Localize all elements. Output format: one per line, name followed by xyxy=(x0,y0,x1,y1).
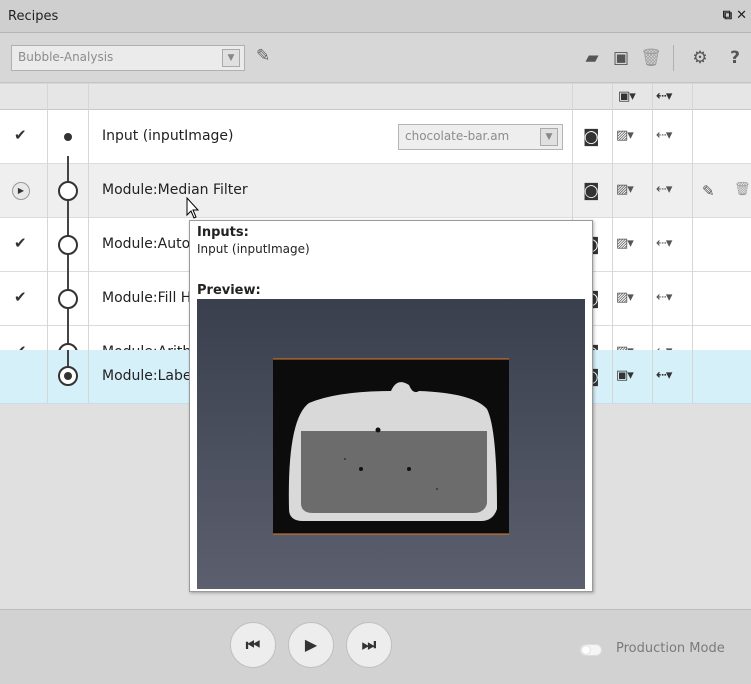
save-icon[interactable]: ▣ xyxy=(610,47,632,69)
snapshot-icon[interactable]: ◙ xyxy=(583,127,600,147)
step-tooltip: Inputs: Input (inputImage) Preview: xyxy=(189,220,593,592)
playback-bar: ⏮ ▶ ⏭ Production Mode xyxy=(0,609,751,684)
settings-icon[interactable]: ⚙ xyxy=(689,47,711,69)
input-file-value: chocolate-bar.am xyxy=(405,129,510,143)
module-node-icon xyxy=(58,289,78,309)
tooltip-inputs-value: Input (inputImage) xyxy=(197,242,310,256)
edit-step-icon[interactable]: ✎ xyxy=(702,182,715,200)
open-folder-icon[interactable]: ▰ xyxy=(581,47,603,69)
input-node-icon xyxy=(64,133,72,141)
module-node-icon xyxy=(58,181,78,201)
connect-icon[interactable]: ⇠▾ xyxy=(656,290,672,305)
recipe-select[interactable]: Bubble-Analysis ▼ xyxy=(11,45,245,71)
export-icon[interactable]: ▨▾ xyxy=(616,290,634,305)
module-node-icon xyxy=(58,235,78,255)
step-label: Module:Labe xyxy=(102,368,192,384)
connect-header-icon[interactable]: ⇠▾ xyxy=(656,89,672,104)
connect-icon[interactable]: ⇠▾ xyxy=(656,128,672,143)
chocolate-bar-slice-image xyxy=(273,358,509,535)
production-mode-label: Production Mode xyxy=(616,641,725,656)
mouse-cursor-icon xyxy=(186,197,200,219)
export-icon[interactable]: ▣▾ xyxy=(616,368,634,383)
recipe-toolbar: Bubble-Analysis ▼ ✎ ▰ ▣ 🗑 ⚙ ? xyxy=(0,33,751,83)
step-label: Module:Fill H xyxy=(102,290,192,306)
check-icon: ✔ xyxy=(14,126,27,144)
chevron-down-icon[interactable]: ▼ xyxy=(540,128,558,146)
check-icon: ✔ xyxy=(14,234,27,252)
help-icon[interactable]: ? xyxy=(724,47,746,69)
table-header: ▣▾ ⇠▾ xyxy=(0,84,751,110)
tooltip-inputs-heading: Inputs: xyxy=(197,225,249,240)
tooltip-preview-heading: Preview: xyxy=(197,283,261,298)
recipe-select-value: Bubble-Analysis xyxy=(18,50,114,64)
export-icon[interactable]: ▨▾ xyxy=(616,128,634,143)
step-label: Module:Median Filter xyxy=(102,182,248,198)
skip-back-icon[interactable]: ⏮ xyxy=(230,622,276,668)
chevron-down-icon[interactable]: ▼ xyxy=(222,49,240,67)
table-row[interactable]: ✔ Input (inputImage) chocolate-bar.am ▼ … xyxy=(0,110,751,164)
toolbar-divider xyxy=(673,45,674,71)
step-label: Input (inputImage) xyxy=(102,128,234,144)
step-label: Module:Auto xyxy=(102,236,191,252)
run-step-icon[interactable]: ▶ xyxy=(12,182,30,200)
delete-step-icon[interactable]: 🗑 xyxy=(734,182,750,197)
connect-icon[interactable]: ⇠▾ xyxy=(656,236,672,251)
check-icon: ✔ xyxy=(14,288,27,306)
current-node-icon xyxy=(58,366,78,386)
table-row[interactable]: ▶ Module:Median Filter ◙ ▨▾ ⇠▾ ✎ 🗑 xyxy=(0,164,751,218)
export-header-icon[interactable]: ▣▾ xyxy=(618,89,636,104)
production-mode-toggle[interactable] xyxy=(580,644,602,656)
play-icon[interactable]: ▶ xyxy=(288,622,334,668)
skip-forward-icon[interactable]: ⏭ xyxy=(346,622,392,668)
delete-icon[interactable]: 🗑 xyxy=(640,47,662,69)
window-title: Recipes xyxy=(8,9,59,24)
window-titlebar: Recipes ⧉ ✕ xyxy=(0,0,751,33)
export-icon[interactable]: ▨▾ xyxy=(616,182,634,197)
export-icon[interactable]: ▨▾ xyxy=(616,236,634,251)
edit-icon[interactable]: ✎ xyxy=(256,46,278,68)
input-file-select[interactable]: chocolate-bar.am ▼ xyxy=(398,124,563,150)
connect-icon[interactable]: ⇠▾ xyxy=(656,182,672,197)
preview-image xyxy=(197,299,585,589)
snapshot-icon[interactable]: ◙ xyxy=(583,181,600,201)
restore-icon[interactable]: ⧉ xyxy=(723,8,732,23)
close-icon[interactable]: ✕ xyxy=(736,8,747,23)
connect-icon[interactable]: ⇠▾ xyxy=(656,368,672,383)
